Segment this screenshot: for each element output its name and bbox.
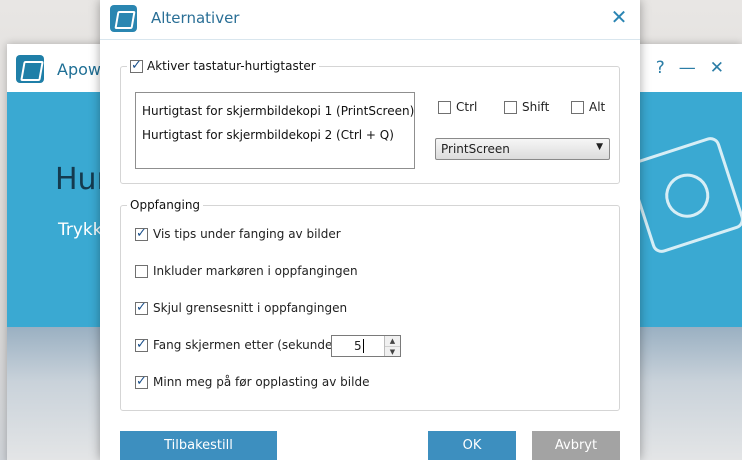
option-show-tips-label: Vis tips under fanging av bilder: [153, 227, 341, 241]
option-hide-interface-label: Skjul grensesnitt i oppfangingen: [153, 301, 348, 315]
enable-hotkeys-checkbox-box[interactable]: [130, 58, 143, 73]
enable-hotkeys-checkbox[interactable]: Aktiver tastatur-hurtigtaster: [127, 58, 319, 73]
alt-label: Alt: [589, 100, 606, 114]
minimize-icon[interactable]: —: [679, 58, 696, 78]
text-caret: [363, 339, 364, 353]
options-dialog: Alternativer ✕ Aktiver tastatur-hurtigta…: [100, 0, 640, 460]
option-show-tips-box[interactable]: [135, 226, 148, 241]
dialog-close-icon[interactable]: ✕: [608, 6, 630, 28]
dialog-titlebar: Alternativer ✕: [100, 0, 640, 40]
hotkey-key-select[interactable]: PrintScreen ▼: [435, 138, 610, 160]
dialog-logo-icon: [110, 5, 137, 32]
background-window-controls: ? — ✕: [656, 58, 724, 78]
capture-group-label: Oppfanging: [127, 198, 204, 212]
shift-checkbox[interactable]: Shift: [504, 100, 549, 114]
capture-group-label-text: Oppfanging: [130, 198, 201, 212]
chevron-down-icon: ▼: [596, 142, 603, 152]
option-remind-upload-box[interactable]: [135, 374, 148, 389]
alt-checkbox[interactable]: Alt: [571, 100, 605, 114]
option-remind-upload[interactable]: Minn meg på før opplasting av bilde: [135, 374, 370, 389]
hotkey-list-item[interactable]: Hurtigtast for skjermbildekopi 2 (Ctrl +…: [142, 123, 408, 147]
enable-hotkeys-label: Aktiver tastatur-hurtigtaster: [147, 59, 316, 73]
hotkey-list-item[interactable]: Hurtigtast for skjermbildekopi 1 (PrintS…: [142, 99, 414, 123]
hotkey-key-selected: PrintScreen: [441, 142, 510, 156]
ctrl-checkbox-box[interactable]: [438, 100, 451, 114]
ctrl-label: Ctrl: [456, 100, 478, 114]
option-hide-interface[interactable]: Skjul grensesnitt i oppfangingen: [135, 300, 348, 315]
ctrl-checkbox[interactable]: Ctrl: [438, 100, 477, 114]
hotkey-list[interactable]: Hurtigtast for skjermbildekopi 1 (PrintS…: [135, 92, 415, 169]
alt-checkbox-box[interactable]: [571, 100, 584, 114]
option-remind-upload-label: Minn meg på før opplasting av bilde: [153, 375, 370, 389]
shift-label: Shift: [522, 100, 550, 114]
delay-seconds-value[interactable]: 5: [354, 339, 362, 353]
dialog-title: Alternativer: [151, 9, 240, 27]
option-capture-delay[interactable]: Fang skjermen etter (sekunder): [135, 337, 342, 352]
option-show-tips[interactable]: Vis tips under fanging av bilder: [135, 226, 341, 241]
stepper-buttons: ▲ ▼: [384, 336, 400, 356]
background-hero-subtitle: Trykk: [58, 220, 103, 240]
option-capture-delay-box[interactable]: [135, 337, 148, 352]
option-hide-interface-box[interactable]: [135, 300, 148, 315]
option-include-cursor-box[interactable]: [135, 264, 148, 278]
app-logo-icon: [16, 55, 44, 83]
stepper-up-icon[interactable]: ▲: [385, 336, 400, 346]
option-include-cursor[interactable]: Inkluder markøren i oppfangingen: [135, 264, 358, 278]
shift-checkbox-box[interactable]: [504, 100, 517, 114]
option-include-cursor-label: Inkluder markøren i oppfangingen: [153, 264, 358, 278]
option-capture-delay-label: Fang skjermen etter (sekunder): [153, 338, 342, 352]
close-icon[interactable]: ✕: [710, 58, 724, 78]
help-icon[interactable]: ?: [656, 58, 665, 78]
delay-seconds-stepper[interactable]: 5 ▲ ▼: [331, 335, 401, 357]
camera-icon: [625, 134, 742, 256]
stepper-down-icon[interactable]: ▼: [385, 346, 400, 356]
cancel-button[interactable]: Avbryt: [532, 431, 620, 460]
reset-dialog-warnings-button[interactable]: Tilbakestill dialogvarsler: [120, 431, 277, 460]
ok-button[interactable]: OK: [428, 431, 516, 460]
